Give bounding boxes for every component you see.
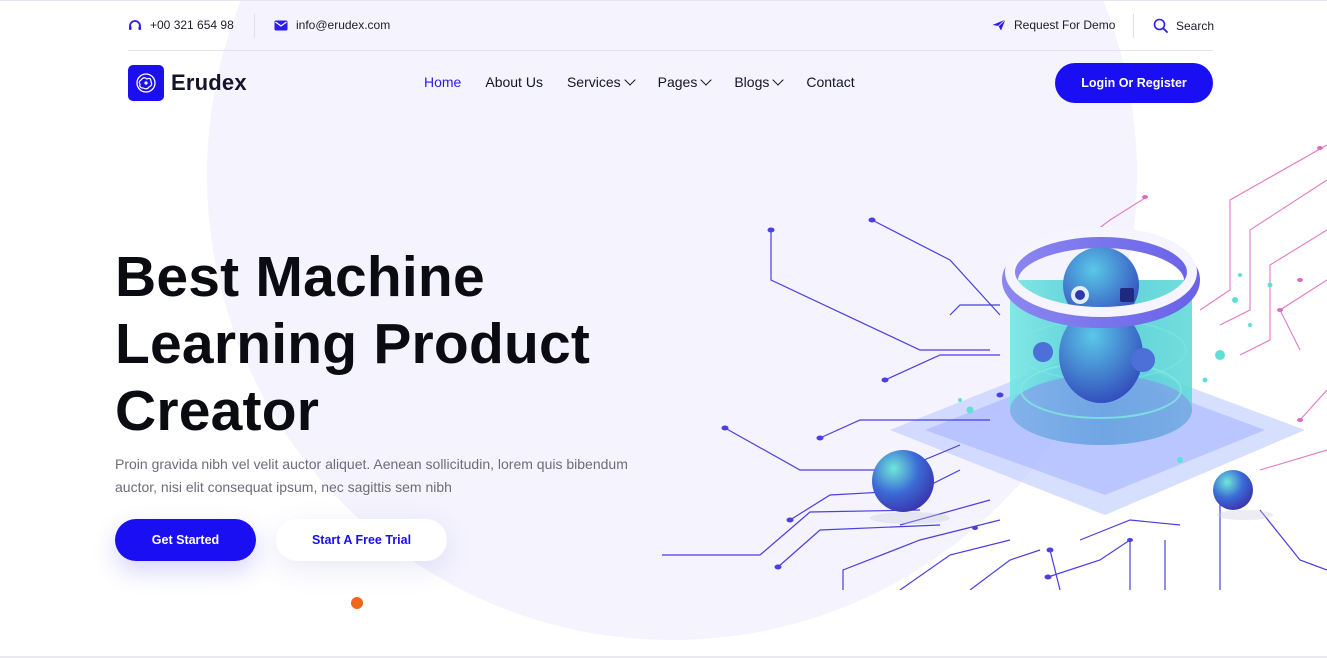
headphones-icon: [129, 20, 141, 30]
chevron-down-icon: [623, 74, 636, 86]
email-address: info@erudex.com: [296, 18, 391, 32]
nav-item-contact[interactable]: Contact: [806, 74, 854, 90]
brain-icon: [136, 73, 156, 93]
free-trial-button[interactable]: Start A Free Trial: [276, 519, 447, 561]
ai-robot-illustration: [662, 144, 1327, 590]
hero-title-line: Learning Product: [115, 312, 591, 376]
nav-item-label: About Us: [485, 74, 543, 90]
phone-number: +00 321 654 98: [150, 18, 234, 32]
nav-item-about-us[interactable]: About Us: [485, 74, 543, 90]
hero-title-line: Creator: [115, 379, 320, 443]
nav-item-label: Services: [566, 74, 621, 90]
nav-item-blogs[interactable]: Blogs: [734, 74, 785, 90]
hero-title-line: Best Machine: [115, 245, 485, 309]
main-nav: Home About Us Services Pages Blogs Conta…: [424, 74, 879, 90]
nav-item-label: Blogs: [734, 74, 770, 90]
slider-dot[interactable]: [351, 597, 363, 609]
login-register-button[interactable]: Login Or Register: [1055, 63, 1213, 103]
nav-item-label: Pages: [657, 74, 698, 90]
hero-description: Proin gravida nibh vel velit auctor aliq…: [115, 456, 628, 495]
phone-contact[interactable]: +00 321 654 98: [128, 18, 234, 32]
nav-item-label: Home: [424, 74, 462, 90]
topbar-divider: [1133, 14, 1134, 38]
nav-item-services[interactable]: Services: [566, 74, 636, 90]
brand-logo[interactable]: Erudex: [128, 65, 247, 101]
hero-title: Best Machine Learning Product Creator: [115, 244, 675, 445]
logo-mark: [128, 65, 164, 101]
brand-name: Erudex: [171, 70, 247, 95]
chevron-down-icon: [772, 74, 785, 86]
request-demo-label: Request For Demo: [1014, 18, 1116, 32]
get-started-button[interactable]: Get Started: [115, 519, 256, 561]
topbar-divider-line: [128, 50, 1213, 51]
paper-plane-icon: [992, 19, 1006, 31]
request-demo-link[interactable]: Request For Demo: [992, 18, 1115, 32]
search-icon: [1153, 18, 1168, 33]
search-label: Search: [1176, 18, 1215, 33]
nav-item-home[interactable]: Home: [424, 74, 461, 90]
chevron-down-icon: [700, 74, 713, 86]
search-link[interactable]: Search: [1153, 18, 1214, 33]
top-bar: +00 321 654 98 info@erudex.com Request F…: [128, 10, 1214, 42]
nav-item-pages[interactable]: Pages: [657, 74, 713, 90]
topbar-divider: [254, 14, 255, 38]
email-contact[interactable]: info@erudex.com: [274, 18, 390, 32]
envelope-icon: [274, 20, 288, 30]
nav-item-label: Contact: [806, 74, 855, 90]
